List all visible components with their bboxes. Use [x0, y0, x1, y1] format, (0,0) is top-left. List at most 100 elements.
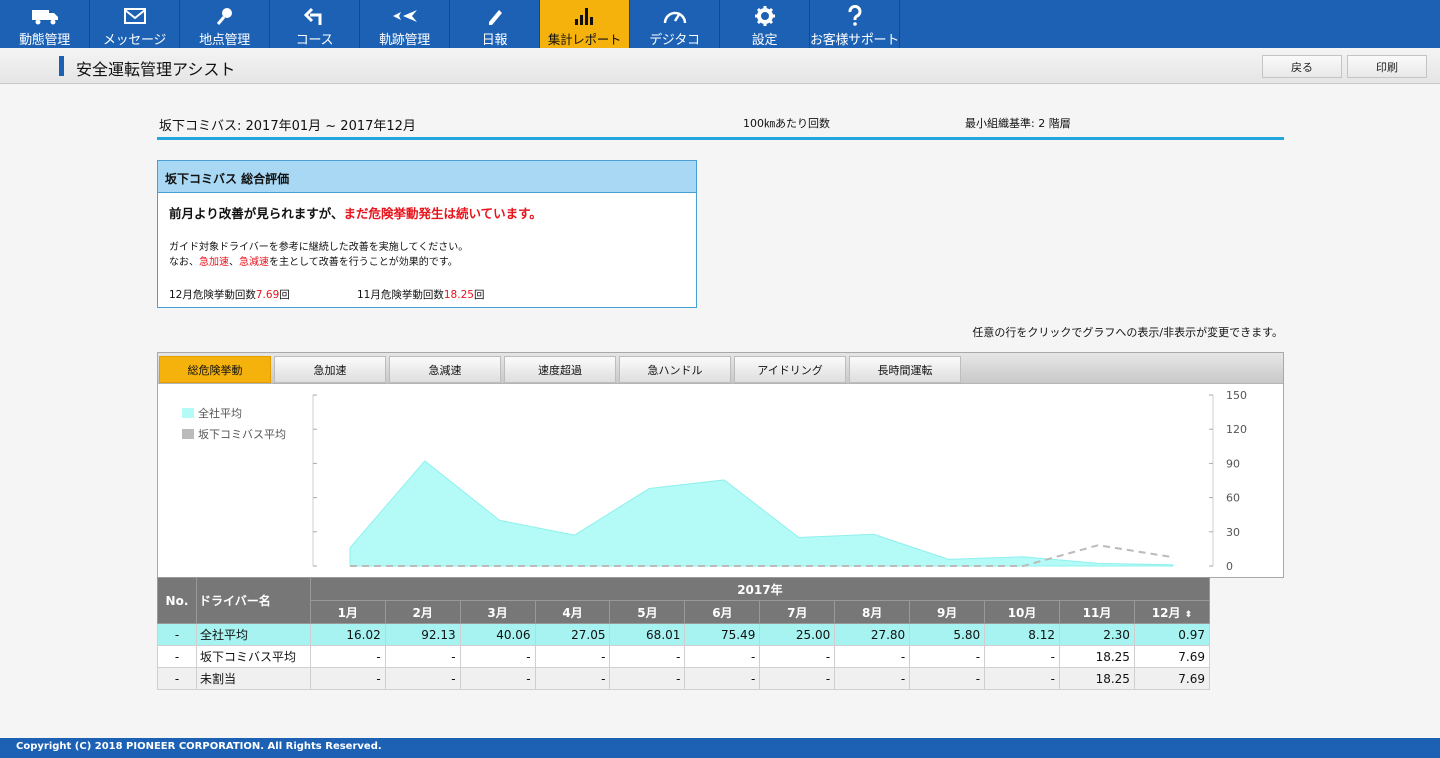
- nav-item-track[interactable]: 軌跡管理: [360, 0, 450, 48]
- month-value: -: [534, 667, 611, 690]
- current-month-count: 12月危険挙動回数7.69回: [169, 287, 290, 302]
- table-row[interactable]: - 全社平均 16.02 92.13 40.06 27.05 68.01 75.49 25.00…: [157, 623, 1211, 646]
- month-value: 75.49: [684, 623, 761, 646]
- y-tick-label: 60: [1226, 492, 1240, 505]
- nav-item-bar-chart[interactable]: 集計レポート: [540, 0, 630, 48]
- legend-item[interactable]: 坂下コミバス平均: [182, 426, 286, 442]
- month-value: -: [684, 667, 761, 690]
- nav-label: 設定: [751, 33, 778, 48]
- summary-text: 前月より改善が見られますが、: [169, 206, 344, 221]
- month-value: -: [609, 645, 686, 668]
- nav-item-gauge[interactable]: デジタコ: [630, 0, 720, 48]
- driver-name: 全社平均: [195, 623, 311, 646]
- report-unit: 100㎞あたり回数: [743, 117, 830, 130]
- month-value: 7.69: [1133, 667, 1211, 690]
- month-value: -: [834, 645, 911, 668]
- guide-focus-text: なお、急加速、急減速を主として改善を行うことが効果的です。: [169, 253, 458, 268]
- no-header: No.: [157, 577, 197, 624]
- nav-item-gear[interactable]: 設定: [720, 0, 810, 48]
- month-value: -: [309, 667, 386, 690]
- month-value: 8.12: [984, 623, 1061, 646]
- print-button[interactable]: 印刷: [1347, 55, 1427, 78]
- month-value: 27.05: [534, 623, 611, 646]
- current-count-value: 7.69: [255, 289, 280, 301]
- month-value: -: [459, 667, 536, 690]
- page-header: 安全運転管理アシスト 戻る 印刷: [0, 48, 1440, 84]
- y-tick-label: 150: [1226, 389, 1247, 402]
- chart-legend: 全社平均坂下コミバス平均: [182, 405, 286, 447]
- guide-prefix: なお、: [169, 257, 199, 268]
- series-area-company-average: [349, 460, 1174, 567]
- nav-label: メッセージ: [102, 33, 167, 48]
- current-count-unit: 回: [279, 289, 290, 301]
- month-header: 2月: [384, 600, 461, 624]
- gauge-icon: [662, 5, 688, 27]
- evaluation-title: 坂下コミバス 総合評価: [158, 161, 696, 193]
- driver-name-header: ドライバー名: [195, 577, 311, 624]
- y-tick-label: 0: [1226, 560, 1233, 573]
- legend-item[interactable]: 全社平均: [182, 405, 286, 421]
- previous-count-unit: 回: [473, 289, 485, 301]
- chart-panel: 総危険挙動 急加速 急減速 速度超過 急ハンドル アイドリング 長時間運転 0 30 60 90 1…: [157, 352, 1284, 578]
- month-value: 2.30: [1059, 623, 1135, 646]
- back-button[interactable]: 戻る: [1262, 55, 1342, 78]
- nav-item-route-arrow[interactable]: コース: [270, 0, 360, 48]
- month-value: -: [534, 645, 611, 668]
- copyright: Copyright (C) 2018 PIONEER CORPORATION. …: [0, 738, 1440, 758]
- nav-label: デジタコ: [649, 33, 700, 48]
- pencil-icon: [485, 5, 505, 27]
- month-value: 18.25: [1059, 667, 1135, 690]
- month-value: -: [309, 645, 386, 668]
- legend-swatch: [182, 408, 194, 418]
- month-value: -: [984, 645, 1061, 668]
- pin-icon: [215, 5, 235, 27]
- month-header: 4月: [534, 600, 611, 624]
- previous-count-label: 11月危険挙動回数: [357, 289, 444, 301]
- nav-item-pin[interactable]: 地点管理: [180, 0, 270, 48]
- year-header: 2017年: [309, 577, 1211, 601]
- nav-label: 集計レポート: [547, 32, 622, 47]
- envelope-icon: [123, 5, 147, 27]
- toggle-hint: 任意の行をクリックでグラフへの表示/非表示が変更できます。: [972, 326, 1283, 339]
- nav-item-question[interactable]: お客様サポート: [810, 0, 900, 48]
- title-marker: [59, 56, 64, 76]
- month-value: 18.25: [1059, 645, 1135, 668]
- track-icon: [391, 5, 419, 27]
- nav-item-pencil[interactable]: 日報: [450, 0, 540, 48]
- month-value: -: [834, 667, 911, 690]
- nav-label: 地点管理: [199, 33, 250, 48]
- month-header: 6月: [684, 600, 761, 624]
- month-value: -: [684, 645, 761, 668]
- focus-sudden-braking: 急減速: [239, 257, 269, 268]
- month-value: 68.01: [609, 623, 686, 646]
- previous-count-value: 18.25: [443, 289, 474, 301]
- month-value: 25.00: [759, 623, 836, 646]
- table-row[interactable]: - 未割当 - - - - - - - - - -18.25 7.69: [157, 667, 1211, 690]
- driver-name: 未割当: [195, 667, 311, 690]
- nav-label: 軌跡管理: [379, 33, 430, 48]
- month-value: -: [609, 667, 686, 690]
- month-value: 0.97: [1133, 623, 1211, 646]
- month-value: 16.02: [309, 623, 386, 646]
- chart-svg: 0 30 60 90 120 150: [312, 389, 1247, 573]
- month-value: -: [459, 645, 536, 668]
- month-value: -: [384, 645, 461, 668]
- data-table: No. ドライバー名 2017年 1月 2月 3月 4月 5月 6月 7月 8月 9月 10月 11月 12…: [157, 577, 1211, 690]
- nav-item-truck[interactable]: 動態管理: [0, 0, 90, 48]
- nav-item-envelope[interactable]: メッセージ: [90, 0, 180, 48]
- legend-label: 坂下コミバス平均: [198, 428, 286, 441]
- table-row[interactable]: - 坂下コミバス平均 - - - - - - - - - -18.25 7.69: [157, 645, 1211, 668]
- month-value: -: [759, 645, 836, 668]
- month-value: 27.80: [834, 623, 911, 646]
- month-header: 10月: [984, 600, 1061, 624]
- month-header: 1月: [309, 600, 386, 624]
- focus-sudden-acceleration: 急加速: [199, 257, 229, 268]
- month-header-sortable[interactable]: 12月 ⬍: [1133, 600, 1211, 624]
- month-header: 9月: [909, 600, 986, 624]
- route-arrow-icon: [303, 5, 326, 27]
- month-value: 92.13: [384, 623, 461, 646]
- report-period: 坂下コミバス: 2017年01月 ~ 2017年12月: [159, 119, 416, 134]
- y-tick-label: 30: [1226, 526, 1240, 539]
- y-tick-label: 90: [1226, 457, 1240, 470]
- bar-chart-icon: [573, 5, 597, 27]
